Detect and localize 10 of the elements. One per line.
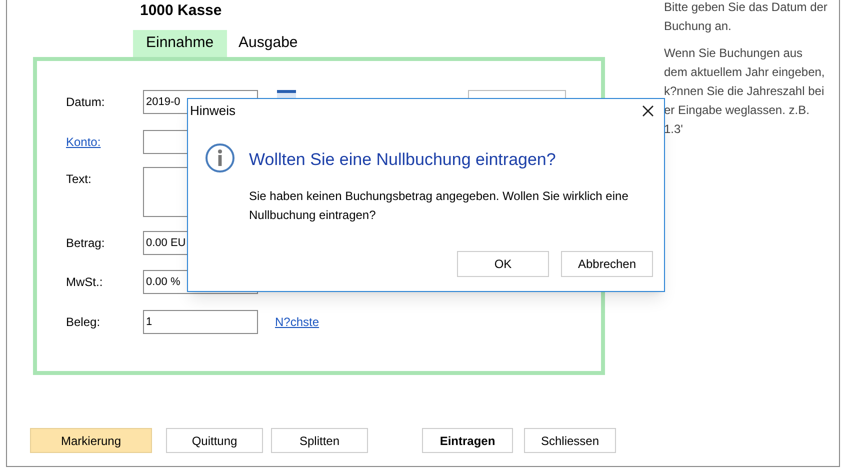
field-label: Betrag: — [66, 235, 106, 252]
field-label: Text: — [66, 171, 92, 188]
dialog-title: Hinweis — [190, 102, 236, 120]
help-text: Bitte geben Sie das Datum der Buchung an. — [664, 0, 828, 35]
dialog-message: Sie haben keinen Buchungsbetrag angegeben. Wollen Sie wirklich eine Nullbuchung eintragen? — [249, 188, 630, 224]
field-label: Datum: — [66, 94, 106, 111]
field-label: Beleg: — [66, 314, 102, 331]
window-title: 1000 Kasse — [140, 1, 222, 21]
field-label: MwSt.: — [66, 274, 104, 291]
dialog-heading: Wollten Sie eine Nullbuchung eintragen? — [249, 149, 557, 171]
